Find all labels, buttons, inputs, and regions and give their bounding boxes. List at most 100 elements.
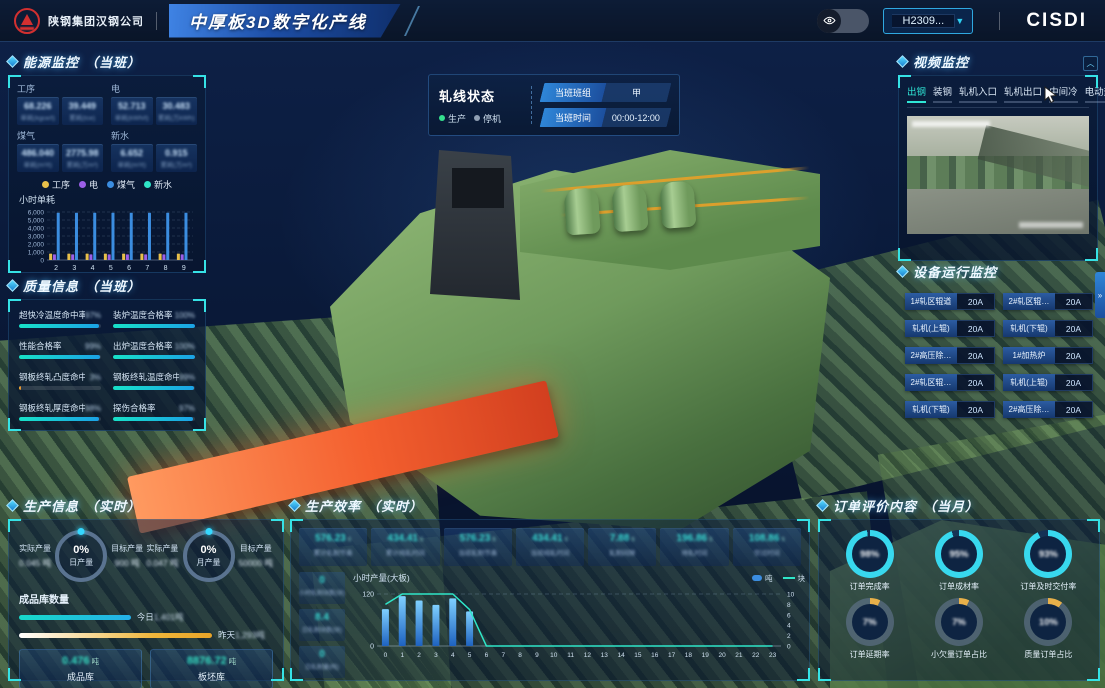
line-selector-dropdown[interactable]: H2309... ▼	[883, 8, 973, 34]
energy-metric-unit: 累耗(万m³)	[64, 159, 102, 169]
equipment-current-value: 20A	[957, 347, 995, 364]
efficiency-metric-card: 196.86 s待轧时间	[660, 528, 728, 566]
equipment-item[interactable]: 2#高压除…20A	[1003, 401, 1093, 418]
quality-bar-fill	[19, 355, 100, 359]
order-gauge-label: 质量订单占比	[1006, 649, 1091, 660]
hourly-output-legend: 吨块	[752, 573, 805, 584]
cylinder	[564, 187, 601, 235]
actual-output: 实际产量0.045 吨	[19, 543, 51, 569]
flame-icon	[21, 14, 33, 25]
order-gauge-ring: 10%	[1024, 598, 1072, 646]
equipment-item[interactable]: 轧机(下辊)20A	[905, 401, 995, 418]
quality-bar-track	[19, 386, 101, 390]
quality-label: 出炉温度合格率	[113, 340, 173, 352]
svg-text:6,000: 6,000	[28, 210, 45, 217]
panel-title: 视频监控	[898, 52, 1098, 71]
video-tab-轧机入口[interactable]: 轧机入口	[959, 84, 997, 103]
quality-item-row: 钢板终轧温度命中率99%	[113, 371, 195, 383]
energy-chart-title: 小时单耗	[19, 193, 197, 206]
legend-item[interactable]: 工序	[42, 178, 70, 191]
quality-bar-track	[113, 417, 195, 421]
target-output-value: 50000 吨	[239, 557, 274, 569]
equipment-item[interactable]: 轧机(上辊)20A	[1003, 374, 1093, 391]
equipment-item[interactable]: 2#轧区辊…20A	[1003, 293, 1093, 310]
energy-group: 电52.713单耗(kWh/t)30.483累耗(万kWh)	[111, 82, 197, 125]
svg-text:7: 7	[145, 265, 149, 272]
legend-item[interactable]: 煤气	[107, 178, 135, 191]
efficiency-title-suffix: （实时）	[367, 496, 423, 515]
svg-text:3: 3	[72, 265, 76, 272]
company-name: 陕钢集团汉钢公司	[48, 13, 144, 29]
legend-item[interactable]: 块	[783, 573, 806, 584]
slide-out-handle[interactable]: »	[1095, 272, 1105, 318]
equipment-item[interactable]: 1#加热炉20A	[1003, 347, 1093, 364]
equipment-name: 轧机(上辊)	[1003, 374, 1055, 391]
svg-text:3,000: 3,000	[28, 234, 45, 241]
equipment-item[interactable]: 轧机(下辊)20A	[1003, 320, 1093, 337]
energy-group: 工序68.226单耗(kgce/t)39.449累耗(tce)	[17, 82, 103, 125]
equipment-item[interactable]: 2#高压除…20A	[905, 347, 995, 364]
energy-metric-card: 30.483累耗(万kWh)	[156, 97, 198, 125]
quality-percent: 99%	[85, 342, 101, 351]
svg-text:16: 16	[651, 652, 659, 659]
quality-title-suffix: （当班）	[85, 276, 141, 295]
video-tab-中间冷[interactable]: 中间冷	[1049, 84, 1078, 103]
efficiency-side-card: 0日轧制量(吨)	[299, 646, 345, 678]
svg-text:17: 17	[668, 652, 676, 659]
quality-bar-fill	[19, 386, 21, 390]
equipment-item[interactable]: 2#轧区辊…20A	[905, 374, 995, 391]
order-gauge-hole: 7%	[852, 604, 888, 640]
energy-group-name: 煤气	[17, 129, 103, 142]
efficiency-side-card: 0小时轧制块数(块)	[299, 572, 345, 604]
inventory-bar	[19, 633, 212, 638]
equipment-current-value: 20A	[1055, 347, 1093, 364]
efficiency-metric-card: 576.23 s累计轧制节奏	[299, 528, 367, 566]
video-tab-装钢[interactable]: 装钢	[933, 84, 952, 103]
energy-metric-value: 2775.98	[64, 148, 102, 158]
order-gauge-ring: 7%	[846, 598, 894, 646]
video-tab-出钢[interactable]: 出钢	[907, 84, 926, 103]
ribbon-value-text: 00:00-12:00	[612, 113, 660, 123]
actual-output-label: 实际产量	[146, 543, 178, 554]
svg-text:0: 0	[40, 258, 44, 265]
equipment-item[interactable]: 轧机(上辊)20A	[905, 320, 995, 337]
efficiency-metric-value: 576.23 s	[299, 533, 367, 544]
logo-subtext	[20, 27, 34, 30]
order-gauge: 7%订单延期率	[827, 598, 912, 660]
actual-output-value: 0.045 吨	[19, 557, 51, 569]
equipment-current-value: 20A	[957, 401, 995, 418]
energy-metric-unit: 单耗(kWh/t)	[113, 112, 151, 122]
visibility-toggle[interactable]	[817, 9, 869, 33]
video-tab-电动热[interactable]: 电动热	[1085, 84, 1105, 103]
energy-metric-value: 6.652	[113, 148, 151, 158]
ribbon-label-text: 当班班组	[555, 86, 591, 99]
equipment-item[interactable]: 1#轧区辊道20A	[905, 293, 995, 310]
order-gauge: 95%订单成材率	[916, 530, 1001, 592]
svg-text:4: 4	[787, 623, 791, 630]
inventory-bars: 今日1,401吨昨天1,293吨	[19, 611, 273, 641]
inventory-bar-row: 今日1,401吨	[19, 611, 273, 623]
legend-item[interactable]: 电	[79, 178, 98, 191]
warehouse-unit: 吨	[92, 657, 100, 666]
efficiency-metric-card: 7.88 s轧制间隙	[588, 528, 656, 566]
svg-text:23: 23	[769, 652, 777, 659]
collapse-panel-button[interactable]: ︿	[1083, 56, 1098, 71]
order-gauge-percent: 7%	[952, 617, 966, 628]
legend-item[interactable]: 新水	[144, 178, 172, 191]
status-ribbon: 当班时间00:00-12:00	[540, 108, 672, 127]
svg-text:6: 6	[485, 652, 489, 659]
energy-group-cards: 52.713单耗(kWh/t)30.483累耗(万kWh)	[111, 97, 197, 125]
efficiency-metric-unit: s	[418, 536, 423, 543]
energy-metric-card: 6.652单耗(m³/t)	[111, 144, 153, 172]
cctv-video-frame[interactable]	[907, 116, 1089, 234]
legend-item[interactable]: 吨	[752, 573, 773, 584]
side-metric-value: 0	[299, 649, 345, 660]
orders-title-suffix: （当月）	[923, 496, 979, 515]
energy-metric-unit: 累耗(万m³)	[158, 159, 196, 169]
quality-item-row: 装炉温度合格率100%	[113, 309, 195, 321]
svg-text:1,000: 1,000	[28, 250, 45, 257]
order-gauge-ring: 7%	[935, 598, 983, 646]
energy-metric-card: 39.449累耗(tce)	[62, 97, 104, 125]
legend-dot	[42, 181, 49, 188]
video-tab-轧机出口[interactable]: 轧机出口	[1004, 84, 1042, 103]
